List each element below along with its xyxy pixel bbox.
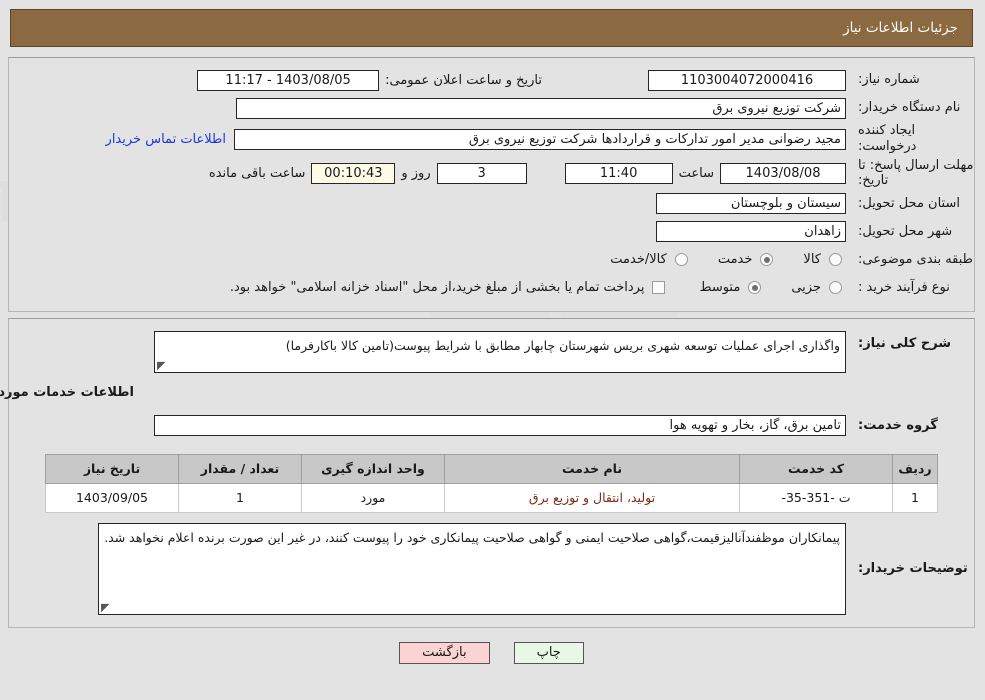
row-city: شهر محل تحویل: زاهدان <box>10 219 975 245</box>
col-unit: واحد اندازه گیری <box>302 453 446 484</box>
province-field[interactable]: سیستان و بلوچستان <box>657 193 847 215</box>
service-group-field[interactable]: تامین برق، گاز، بخار و تهویه هوا <box>155 415 847 437</box>
cell-service-name: تولید، انتقال و توزیع برق <box>445 482 741 513</box>
label-need-number: شماره نیاز: <box>859 71 921 87</box>
label-buyer-org: نام دستگاه خریدار: <box>859 99 962 115</box>
table-row: 1 ت -351-35- تولید، انتقال و توزیع برق م… <box>46 482 939 513</box>
description-textarea[interactable]: واگذاری اجرای عملیات توسعه شهری بریس شهر… <box>155 330 847 373</box>
radio-service-icon[interactable] <box>761 253 775 267</box>
row-process-type: نوع فرآیند خرید : جزیی متوسط پرداخت تمام… <box>10 275 975 301</box>
col-row-no: ردیف <box>893 453 939 484</box>
label-remaining-days: روز و <box>402 165 432 181</box>
label-creator: ایجاد کننده درخواست: <box>859 123 918 155</box>
label-service-group: گروه خدمت: <box>859 417 939 433</box>
row-buyer-notes: توضیحات خریدار: پیمانکاران موظفندآنالیزق… <box>10 522 975 615</box>
label-description: شرح کلی نیاز: <box>859 335 953 351</box>
label-province: استان محل تحویل: <box>859 195 961 211</box>
services-section-title: اطلاعات خدمات مورد نیاز <box>0 385 135 401</box>
radio-goods-service-icon[interactable] <box>675 253 689 267</box>
need-number-field[interactable]: 1103004072000416 <box>649 69 847 91</box>
city-field[interactable]: زاهدان <box>657 221 847 243</box>
radio-option-goods-service[interactable]: کالا/خدمت <box>607 252 693 267</box>
buyer-notes-textarea[interactable]: پیمانکاران موظفندآنالیزقیمت،گواهی صلاحیت… <box>99 522 847 615</box>
label-remaining-time: ساعت باقی مانده <box>209 165 307 181</box>
radio-option-medium[interactable]: متوسط <box>696 280 766 295</box>
row-service-group: گروه خدمت: تامین برق، گاز، بخار و تهویه … <box>10 413 975 439</box>
row-need-number: شماره نیاز: 1103004072000416 تاریخ و ساع… <box>10 67 975 93</box>
page-title: جزئیات اطلاعات نیاز <box>844 20 959 36</box>
remaining-time-field: 00:10:43 <box>312 162 397 184</box>
creator-field[interactable]: مجید رضوانی مدیر امور تدارکات و قرارداده… <box>235 128 847 150</box>
remaining-days-field: 3 <box>437 162 528 184</box>
col-quantity: تعداد / مقدار <box>179 453 303 484</box>
buyer-org-field[interactable]: شرکت توزیع نیروی برق <box>237 97 847 119</box>
treasury-bond-option[interactable]: پرداخت تمام یا بخشی از مبلغ خرید،از محل … <box>227 280 671 295</box>
col-need-date: تاریخ نیاز <box>46 453 180 484</box>
table-header-row: ردیف کد خدمت نام خدمت واحد اندازه گیری ت… <box>46 453 939 484</box>
cell-unit: مورد <box>302 482 446 513</box>
radio-minor-icon[interactable] <box>830 281 843 295</box>
radio-option-service[interactable]: خدمت <box>715 252 779 267</box>
radio-minor-label: جزیی <box>792 280 822 296</box>
need-info-panel: شماره نیاز: 1103004072000416 تاریخ و ساع… <box>9 57 976 312</box>
action-button-bar: چاپ بازگشت <box>0 641 985 664</box>
cell-row-no: 1 <box>893 482 939 513</box>
row-province: استان محل تحویل: سیستان و بلوچستان <box>10 191 975 217</box>
label-public-announce: تاریخ و ساعت اعلان عمومی: <box>386 72 543 88</box>
services-table: ردیف کد خدمت نام خدمت واحد اندازه گیری ت… <box>46 453 939 513</box>
row-category: طبقه بندی موضوعی: کالا خدمت کالا/خدمت <box>10 247 975 273</box>
row-deadline: مهلت ارسال پاسخ: تا تاریخ: 1403/08/08 سا… <box>10 158 975 189</box>
label-city: شهر محل تحویل: <box>859 223 954 239</box>
treasury-bond-label: پرداخت تمام یا بخشی از مبلغ خرید،از محل … <box>230 280 646 296</box>
radio-service-label: خدمت <box>718 252 754 268</box>
radio-goods-service-label: کالا/خدمت <box>611 252 668 268</box>
need-details-panel: شرح کلی نیاز: واگذاری اجرای عملیات توسعه… <box>0 317 976 628</box>
row-services-heading: اطلاعات خدمات مورد نیاز <box>0 375 975 405</box>
resize-grip-icon[interactable]: ◥ <box>158 359 168 372</box>
radio-option-minor[interactable]: جزیی <box>788 280 847 295</box>
radio-medium-icon[interactable] <box>749 281 763 295</box>
label-deadline-hour: ساعت <box>679 165 715 181</box>
resize-grip-icon[interactable]: ◥ <box>102 601 112 614</box>
cell-service-code: ت -351-35- <box>740 482 894 513</box>
cell-need-date: 1403/09/05 <box>46 482 180 513</box>
col-service-name: نام خدمت <box>445 453 741 484</box>
print-button[interactable]: چاپ <box>514 641 585 664</box>
buyer-notes-text: پیمانکاران موظفندآنالیزقیمت،گواهی صلاحیت… <box>105 529 841 545</box>
col-service-code: کد خدمت <box>740 453 894 484</box>
radio-option-goods[interactable]: کالا <box>800 252 847 267</box>
radio-medium-label: متوسط <box>700 280 742 296</box>
buyer-contact-link[interactable]: اطلاعات تماس خریدار <box>99 132 235 147</box>
back-button[interactable]: بازگشت <box>400 641 491 664</box>
radio-goods-icon[interactable] <box>830 253 843 267</box>
description-text: واگذاری اجرای عملیات توسعه شهری بریس شهر… <box>286 337 841 353</box>
row-description: شرح کلی نیاز: واگذاری اجرای عملیات توسعه… <box>10 330 975 373</box>
label-process-type: نوع فرآیند خرید : <box>859 279 951 295</box>
deadline-date-field[interactable]: 1403/08/08 <box>721 162 847 184</box>
row-creator: ایجاد کننده درخواست: مجید رضوانی مدیر ام… <box>10 123 975 156</box>
label-deadline: مهلت ارسال پاسخ: تا تاریخ: <box>859 157 975 189</box>
page-title-bar: جزئیات اطلاعات نیاز <box>11 9 974 47</box>
public-announce-field[interactable]: 1403/08/05 - 11:17 <box>198 69 381 91</box>
deadline-hour-field[interactable]: 11:40 <box>565 162 674 184</box>
radio-goods-label: کالا <box>804 252 822 268</box>
label-buyer-notes: توضیحات خریدار: <box>859 560 969 576</box>
services-table-wrapper: ردیف کد خدمت نام خدمت واحد اندازه گیری ت… <box>10 453 975 513</box>
label-category: طبقه بندی موضوعی: <box>859 251 975 267</box>
treasury-bond-checkbox-icon[interactable] <box>653 281 667 295</box>
row-buyer-org: نام دستگاه خریدار: شرکت توزیع نیروی برق <box>10 95 975 121</box>
cell-quantity: 1 <box>179 482 303 513</box>
